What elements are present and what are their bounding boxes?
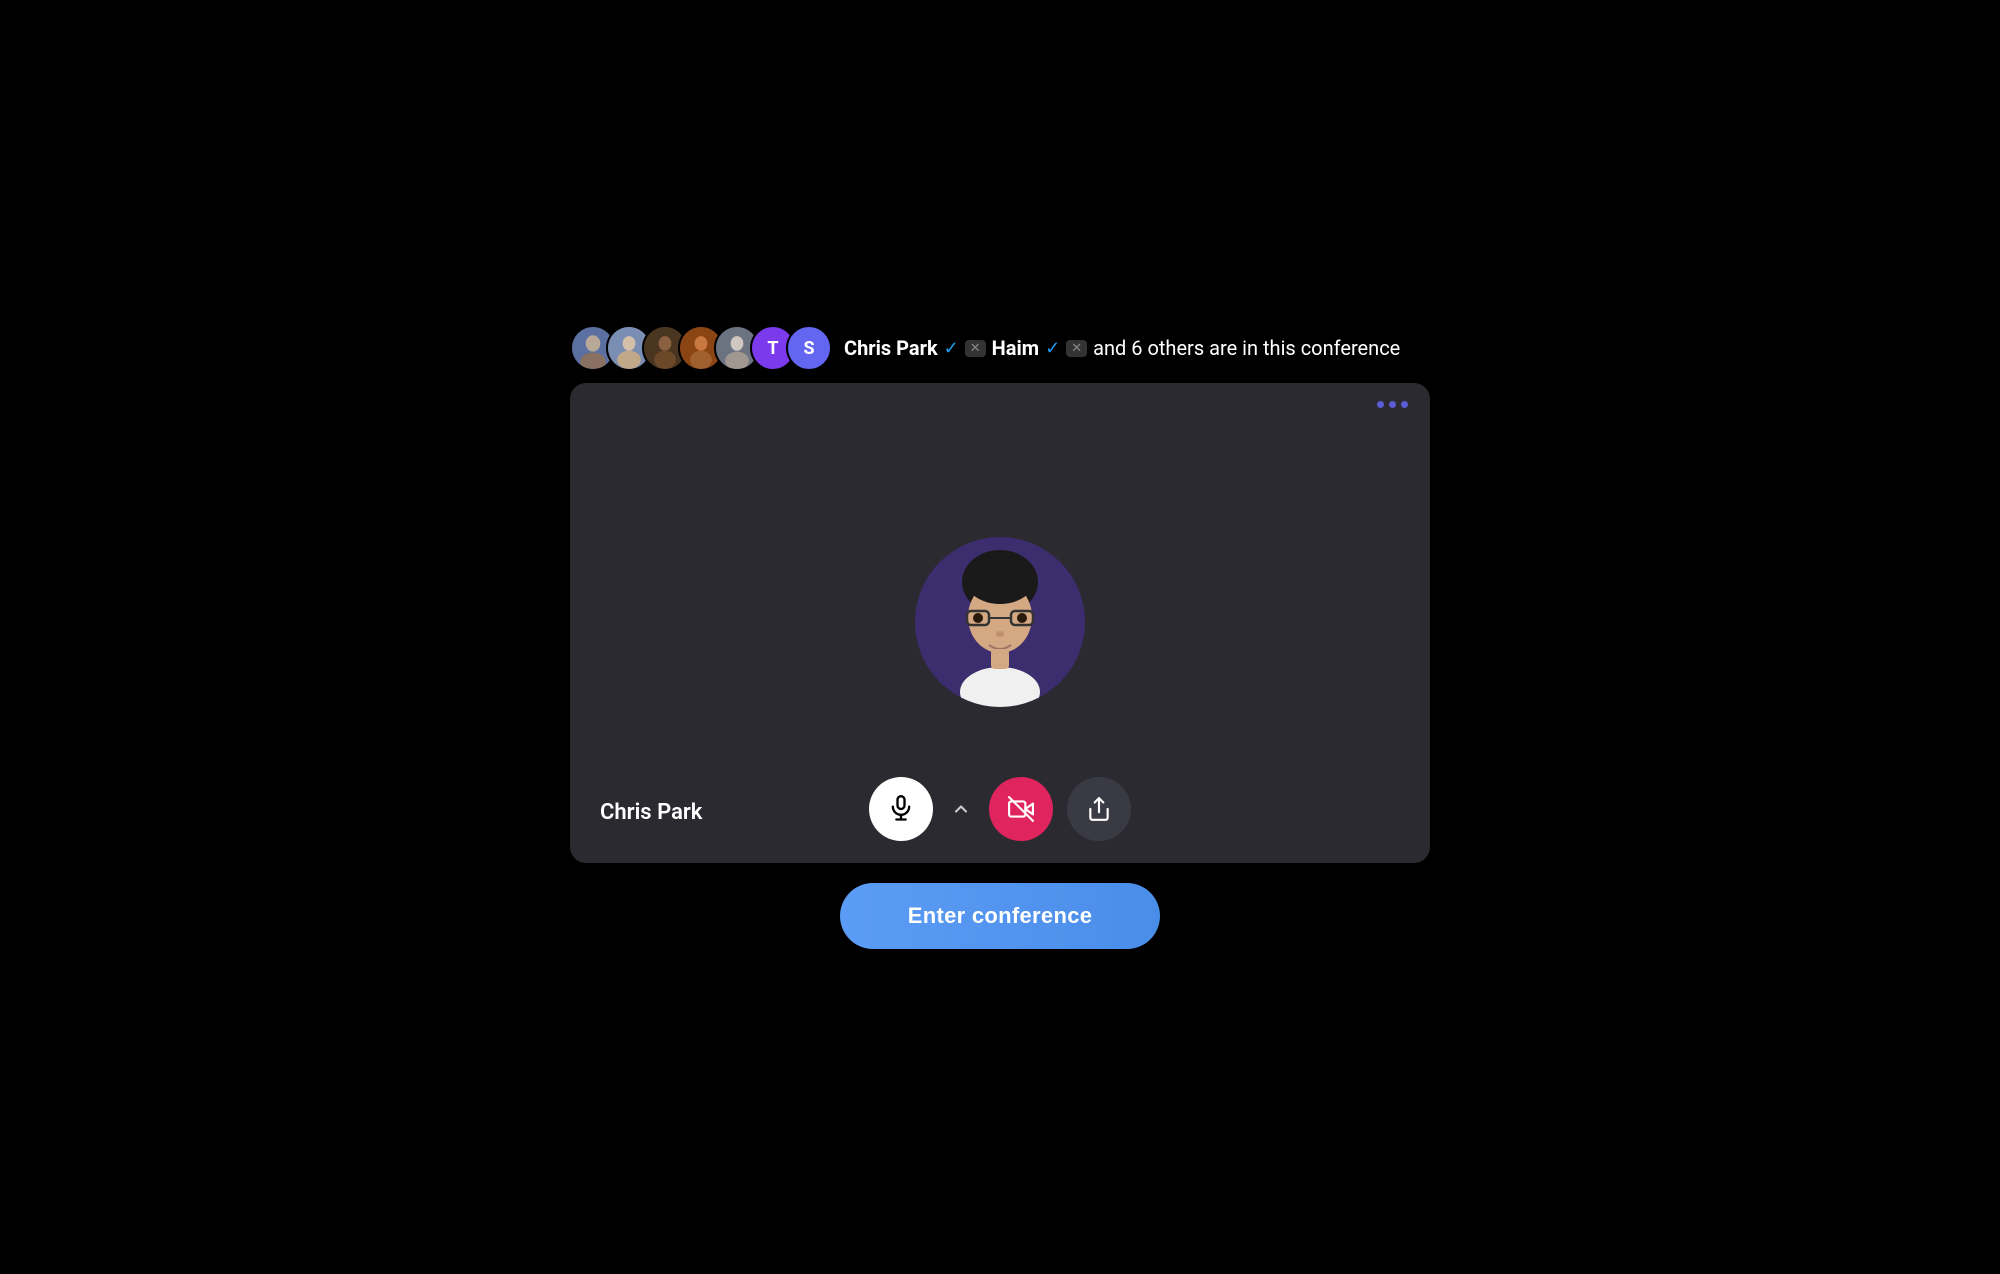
separator1: ✕ — [965, 340, 986, 357]
main-container: T S Chris Park ✓ ✕ Haim ✓ ✕ and 6 others… — [570, 325, 1430, 949]
avatar-initial-s: S — [803, 338, 814, 359]
participants-info: Chris Park ✓ ✕ Haim ✓ ✕ and 6 others are… — [844, 336, 1400, 360]
participant2-name: Haim — [992, 336, 1039, 360]
dot-3 — [1401, 401, 1408, 408]
mic-icon — [887, 795, 915, 823]
user-portrait-svg — [915, 537, 1085, 707]
panel-footer: Chris Park — [570, 817, 1430, 863]
dot-2 — [1389, 401, 1396, 408]
others-text: and 6 others are in this conference — [1093, 336, 1400, 360]
share-icon — [1086, 796, 1112, 822]
participant-avatar-s: S — [786, 325, 832, 371]
mic-options-button[interactable] — [947, 795, 975, 823]
enter-conference-button[interactable]: Enter conference — [840, 883, 1160, 949]
conference-panel: Chris Park — [570, 383, 1430, 863]
dot-1 — [1377, 401, 1384, 408]
avatar-initial-t: T — [767, 338, 778, 359]
user-name-label: Chris Park — [600, 800, 702, 825]
participants-bar: T S Chris Park ✓ ✕ Haim ✓ ✕ and 6 others… — [570, 325, 1430, 371]
participant1-verified-icon: ✓ — [944, 338, 959, 359]
participant2-verified-icon: ✓ — [1045, 338, 1060, 359]
share-button[interactable] — [1067, 777, 1131, 841]
user-avatar-large — [915, 537, 1085, 707]
chevron-up-icon — [951, 799, 971, 819]
panel-body — [570, 426, 1430, 817]
more-options-button[interactable] — [1377, 401, 1408, 408]
mic-button[interactable] — [869, 777, 933, 841]
panel-header — [570, 383, 1430, 426]
separator2: ✕ — [1066, 340, 1087, 357]
video-off-icon — [1008, 796, 1034, 822]
video-button[interactable] — [989, 777, 1053, 841]
avatars-group: T S — [570, 325, 832, 371]
controls — [869, 777, 1131, 841]
participant1-name: Chris Park — [844, 336, 938, 360]
